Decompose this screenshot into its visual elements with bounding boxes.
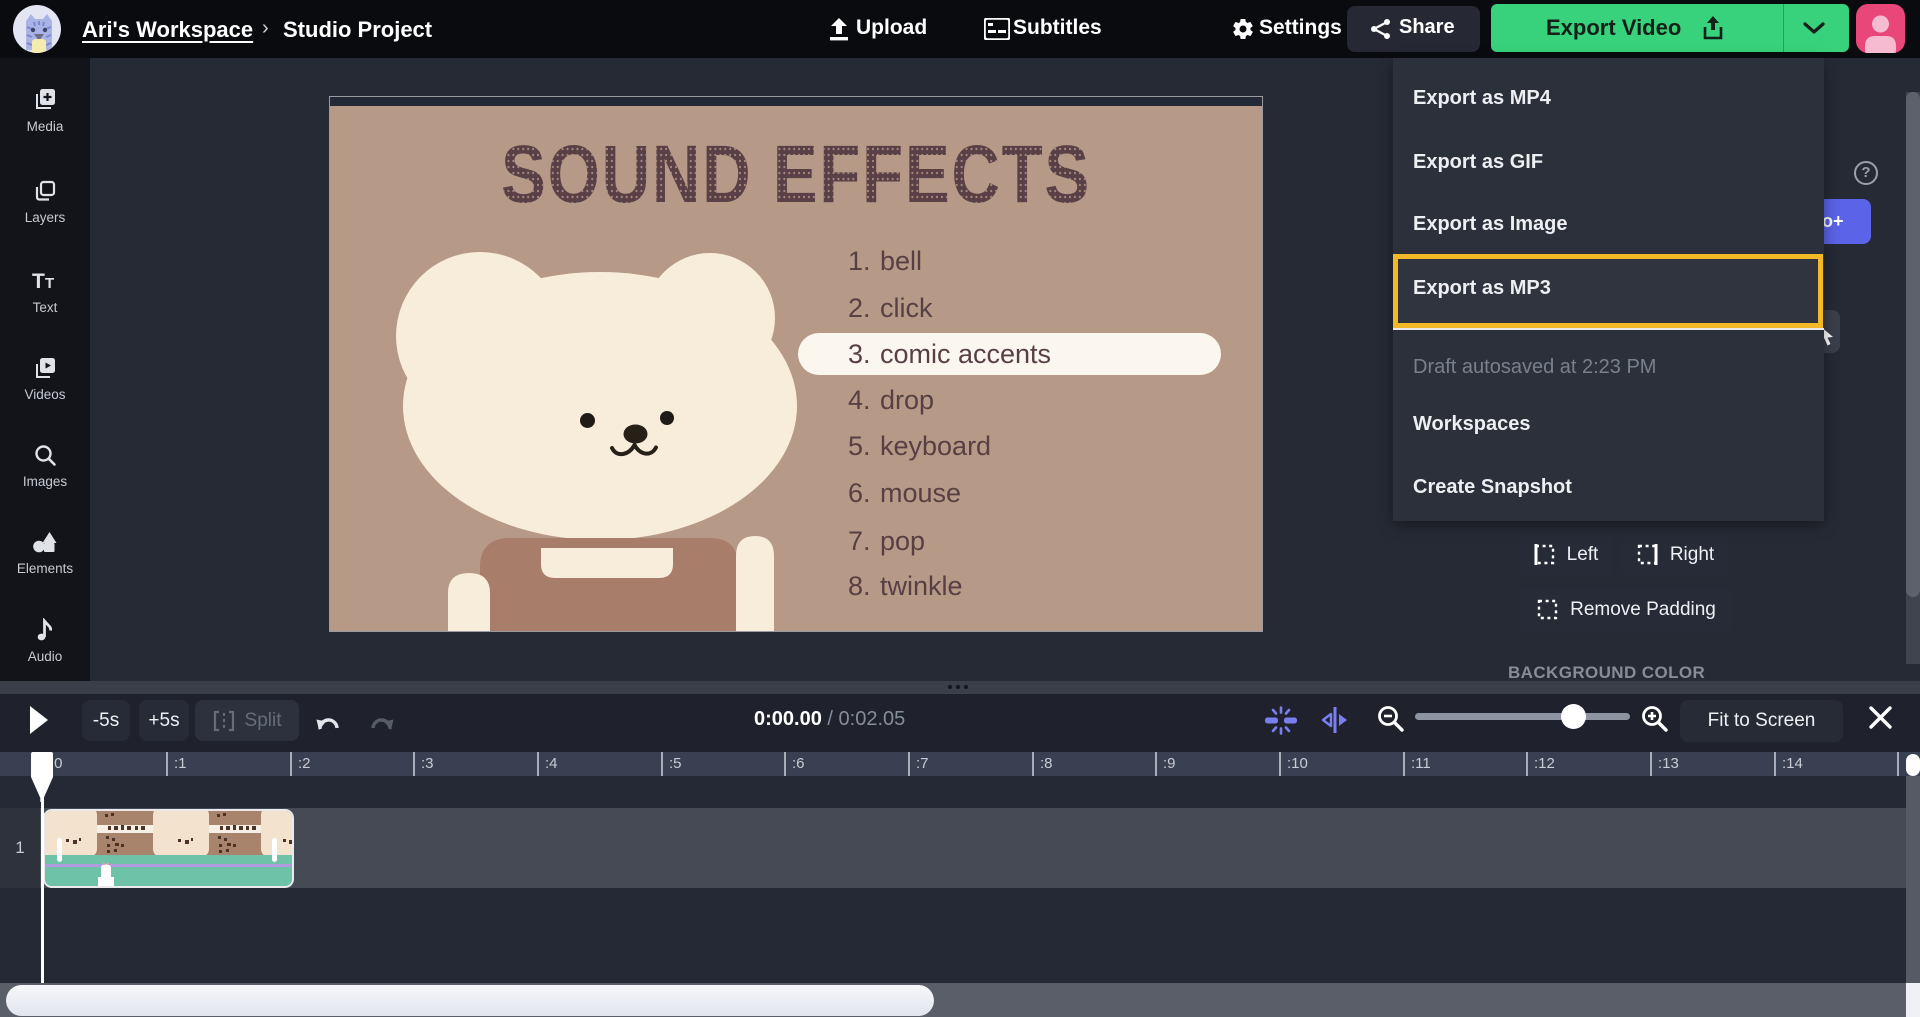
svg-text:T: T: [32, 270, 45, 293]
svg-text:T: T: [45, 275, 54, 292]
